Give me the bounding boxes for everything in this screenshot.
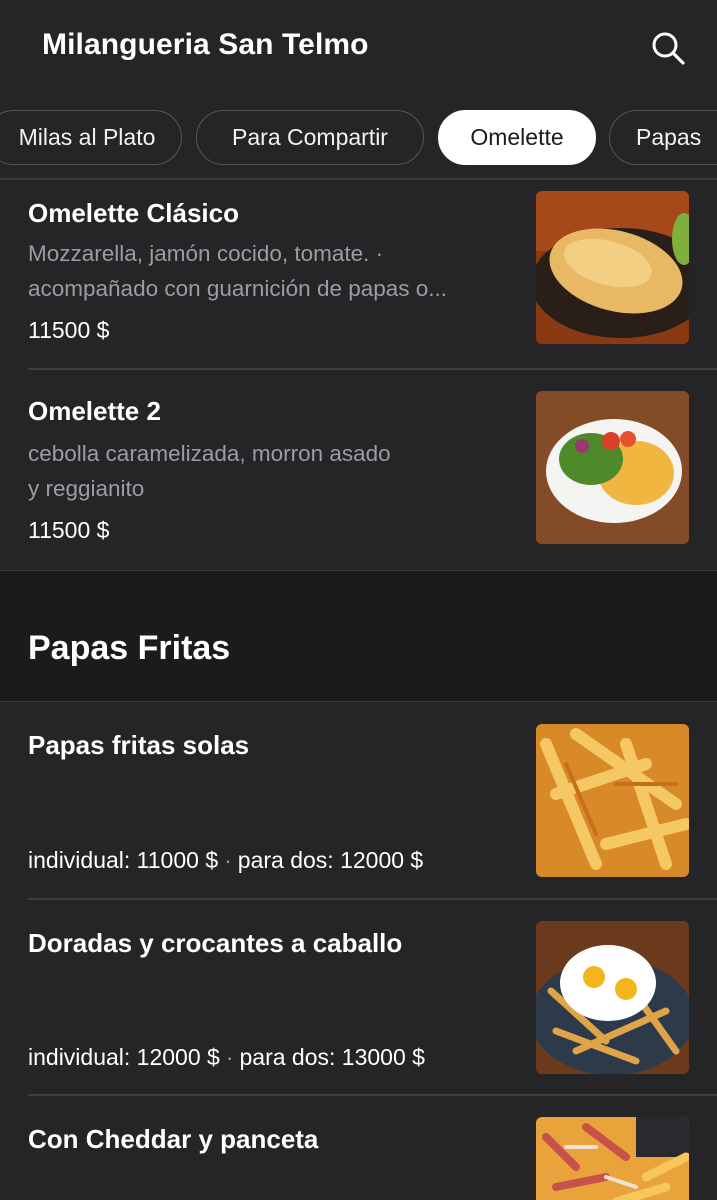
item-price: individual: 12000 $ · para dos: 13000 $ — [28, 1044, 425, 1070]
item-description: cebolla caramelizada, morron asado y reg… — [28, 441, 391, 501]
item-price: 11500 $ — [28, 517, 110, 543]
item-name: Omelette Clásico — [28, 198, 239, 228]
section-header-papas-fritas: Papas Fritas — [0, 570, 717, 702]
tab-para-compartir[interactable]: Para Compartir — [196, 110, 424, 165]
item-photo — [536, 921, 689, 1074]
item-name: Omelette 2 — [28, 396, 161, 426]
tab-milas-al-plato[interactable]: Milas al Plato — [0, 110, 182, 165]
item-photo — [536, 391, 689, 544]
item-name: Papas fritas solas — [28, 730, 250, 760]
item-price: 11500 $ — [28, 317, 110, 343]
section-title: Papas Fritas — [28, 629, 231, 667]
category-tabs: Milas al Plato Para Compartir Omelette P… — [0, 100, 717, 174]
tab-omelette[interactable]: Omelette — [438, 110, 596, 165]
menu-item-omelette-2[interactable]: Omelette 2 cebolla caramelizada, morron … — [0, 370, 717, 570]
item-photo — [536, 724, 689, 877]
item-name: Doradas y crocantes a caballo — [28, 928, 403, 958]
menu-item-omelette-clasico[interactable]: Omelette Clásico Mozzarella, jamón cocid… — [0, 180, 717, 370]
item-description: Mozzarella, jamón cocido, tomate. · acom… — [28, 241, 448, 301]
tab-papas[interactable]: Papas — [609, 110, 717, 165]
app-header: Milangueria San Telmo — [0, 0, 717, 96]
menu-item-cheddar-panceta[interactable]: Con Cheddar y panceta — [0, 1094, 717, 1200]
item-price: individual: 11000 $ · para dos: 12000 $ — [28, 847, 424, 873]
search-button[interactable] — [646, 26, 690, 70]
menu-item-doradas-a-caballo[interactable]: Doradas y crocantes a caballo individual… — [0, 898, 717, 1094]
search-icon — [652, 32, 685, 65]
menu-item-papas-fritas-solas[interactable]: Papas fritas solas individual: 11000 $ · p… — [0, 702, 717, 898]
item-photo — [536, 1117, 689, 1200]
item-name: Con Cheddar y panceta — [28, 1124, 319, 1154]
page-title: Milangueria San Telmo — [42, 28, 369, 61]
item-photo — [536, 191, 689, 344]
